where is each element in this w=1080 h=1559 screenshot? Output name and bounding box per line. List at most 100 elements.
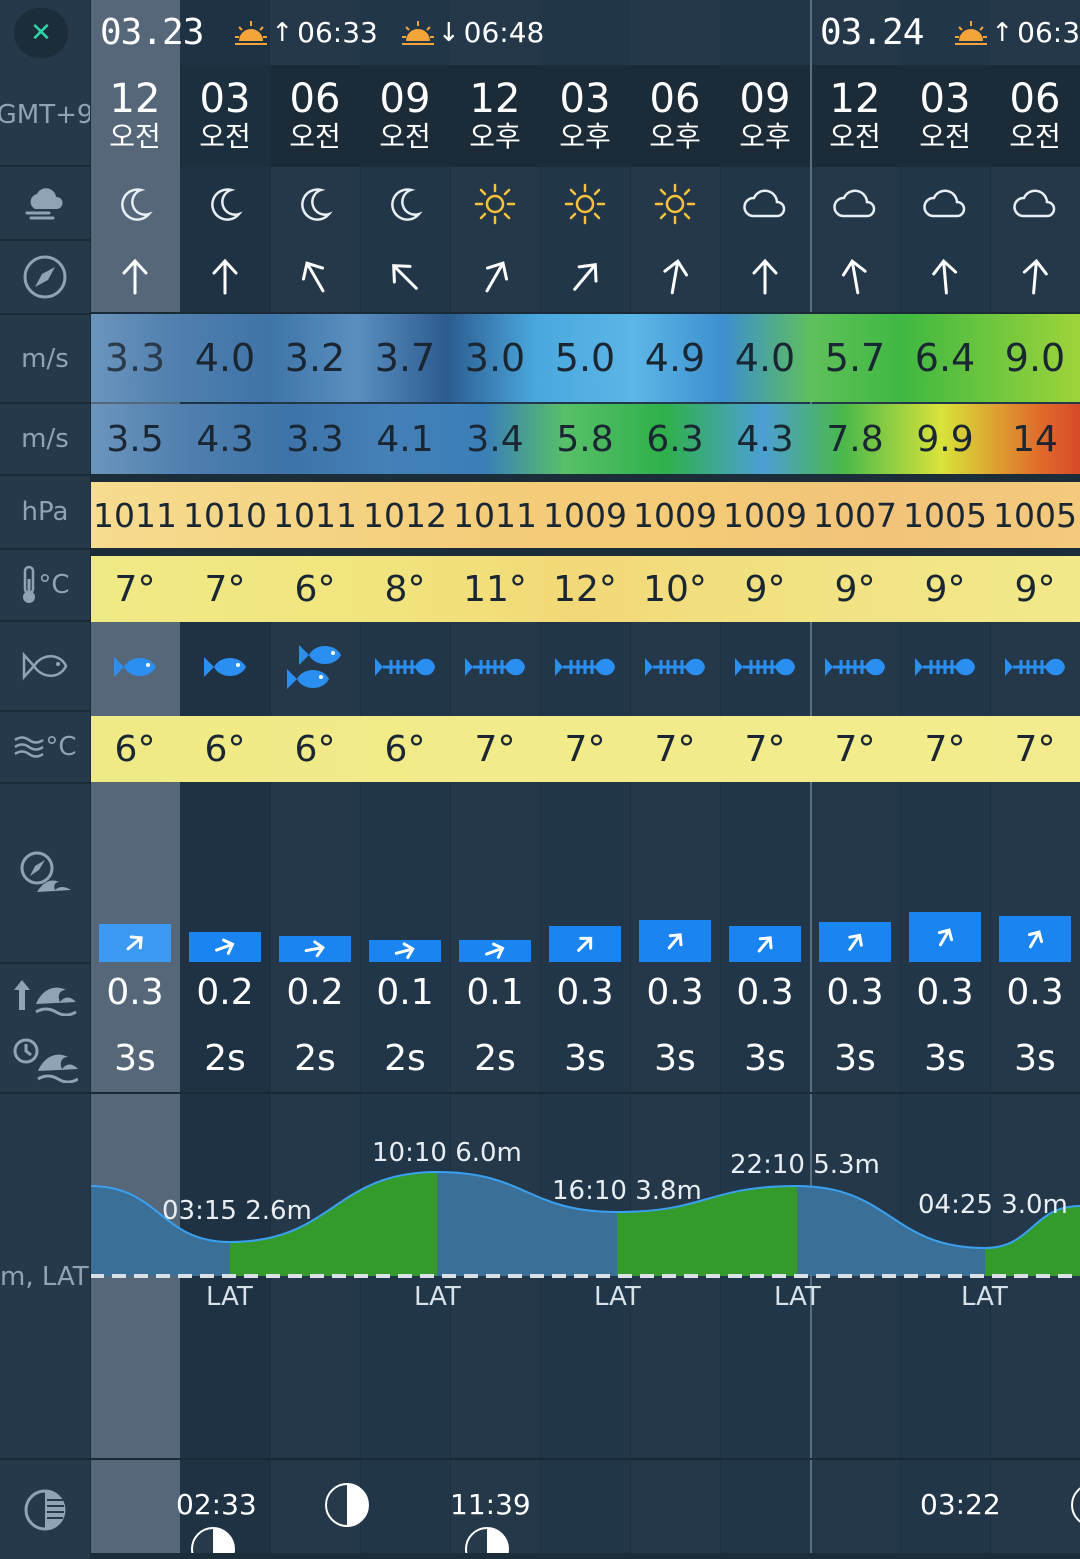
moon-label: [0, 1460, 90, 1559]
fish-activity-icon: [720, 622, 810, 712]
am-pm-label: 오전: [379, 120, 431, 153]
wave-height-value: 0.3: [1006, 972, 1064, 1013]
wind-arrow-icon: [540, 241, 630, 313]
hour-header: 09 오후: [720, 65, 810, 167]
air-temp-value: 6°: [294, 568, 336, 610]
wind-speed-value: 3.3: [104, 336, 166, 380]
fish-activity-icon: [90, 622, 180, 712]
water-temp-value: 6°: [384, 728, 426, 770]
water-temp-value: 6°: [114, 728, 156, 770]
water-temp-value: 7°: [744, 728, 786, 770]
wave-period-value: 2s: [474, 1038, 516, 1079]
wave-height-value: 0.1: [466, 972, 524, 1013]
sunrise-icon: [955, 20, 988, 45]
timezone-label: GMT+9: [0, 65, 90, 167]
fish-activity-icon: [900, 622, 990, 712]
wave-direction-bar: [99, 924, 171, 962]
wave-period-value: 3s: [114, 1038, 156, 1079]
air-temp-value: 7°: [204, 568, 246, 610]
water-temp-value: 7°: [564, 728, 606, 770]
wave-direction-bar: [639, 920, 711, 962]
air-temp-value: 8°: [384, 568, 426, 610]
wave-period-value: 3s: [1014, 1038, 1056, 1079]
pressure-value: 1012: [363, 495, 447, 535]
wind-speed-value: 4.9: [644, 336, 706, 380]
swell-label: [0, 784, 90, 964]
lat-label: LAT: [206, 1282, 253, 1312]
hour-value: 09: [379, 76, 431, 122]
wind-gust-value: 3.3: [286, 418, 344, 460]
lat-label: LAT: [961, 1282, 1008, 1312]
wind-speed-value: 4.0: [194, 336, 256, 380]
hour-value: 03: [559, 76, 611, 122]
close-button[interactable]: ✕: [14, 8, 68, 58]
wind-gust-value: 4.1: [376, 418, 434, 460]
moon-phase-icon: [1070, 1482, 1080, 1528]
wave-period-value: 2s: [384, 1038, 426, 1079]
water-temp-label: °C: [0, 712, 90, 784]
wind-gust-value: 14: [1012, 418, 1058, 460]
wind-arrow-icon: [810, 241, 900, 313]
water-temp-value: 7°: [654, 728, 696, 770]
wind-gust-value: 4.3: [196, 418, 254, 460]
am-pm-label: 오전: [1009, 120, 1061, 153]
moon-icon: [360, 167, 450, 241]
sunset-icon: [401, 20, 434, 45]
forecast-app: 03.23 ↑ 06:33 ↓ 06:48 03.24 ↑ 06:32: [0, 0, 1080, 1559]
row-separator: [0, 1092, 1080, 1094]
sun-icon: [450, 167, 540, 241]
hour-value: 12: [109, 76, 161, 122]
weather-wind-icon: [25, 188, 63, 220]
wave-period-icon: [13, 1038, 78, 1083]
lat-label: LAT: [414, 1282, 461, 1312]
row-separator: [90, 312, 1080, 314]
down-arrow-icon: ↓: [437, 17, 460, 48]
lat-label: LAT: [774, 1282, 821, 1312]
air-temp-value: 9°: [924, 568, 966, 610]
am-pm-label: 오후: [649, 120, 701, 153]
wind-speed-value: 9.0: [1004, 336, 1066, 380]
day-date: 03.24: [820, 12, 924, 53]
wind-arrow-icon: [90, 241, 180, 313]
pressure-value: 1009: [633, 495, 717, 535]
sun-icon: [630, 167, 720, 241]
tide-extreme-label: 22:10 5.3m: [730, 1150, 880, 1180]
wind-speed-value: 3.2: [284, 336, 346, 380]
close-icon: ✕: [30, 18, 52, 48]
fish-activity-icon: [630, 622, 720, 712]
hour-value: 09: [739, 76, 791, 122]
pressure-value: 1005: [903, 495, 987, 535]
water-temp-value: 6°: [294, 728, 336, 770]
sunrise-info: ↑ 06:32: [953, 16, 1080, 49]
cloud-icon: [720, 167, 810, 241]
moon-icon: [90, 167, 180, 241]
wave-direction-bar: [999, 916, 1071, 962]
wave-height-value: 0.2: [196, 972, 254, 1013]
wave-period-value: 3s: [834, 1038, 876, 1079]
hour-value: 12: [829, 76, 881, 122]
hour-value: 06: [1009, 76, 1061, 122]
wind-arrow-icon: [180, 241, 270, 313]
pressure-value: 1005: [993, 495, 1077, 535]
hour-header: 03 오후: [540, 65, 630, 167]
wind-gust-value: 7.8: [826, 418, 884, 460]
sunset-info: ↓ 06:48: [400, 16, 545, 49]
sunset-time: 06:48: [463, 16, 545, 49]
moon-icon: [270, 167, 360, 241]
sunrise-info: ↑ 06:33: [233, 16, 378, 49]
day-header-2: 03.24 ↑ 06:32: [820, 0, 1080, 65]
bottom-edge: [0, 1553, 1080, 1559]
moon-event-time: 11:39: [450, 1488, 531, 1521]
sunrise-time: 06:32: [1017, 16, 1080, 49]
swell-compass-icon: [20, 851, 71, 892]
cloud-icon: [990, 167, 1080, 241]
cloud-icon: [810, 167, 900, 241]
hour-value: 12: [469, 76, 521, 122]
wave-direction-bar: [819, 922, 891, 962]
wave-direction-bar: [549, 926, 621, 962]
tide-unit: m, LAT: [0, 1094, 90, 1460]
wave-direction-bar: [459, 940, 531, 962]
wave-period-value: 3s: [654, 1038, 696, 1079]
wave-height-value: 0.3: [556, 972, 614, 1013]
pressure-value: 1010: [183, 495, 267, 535]
